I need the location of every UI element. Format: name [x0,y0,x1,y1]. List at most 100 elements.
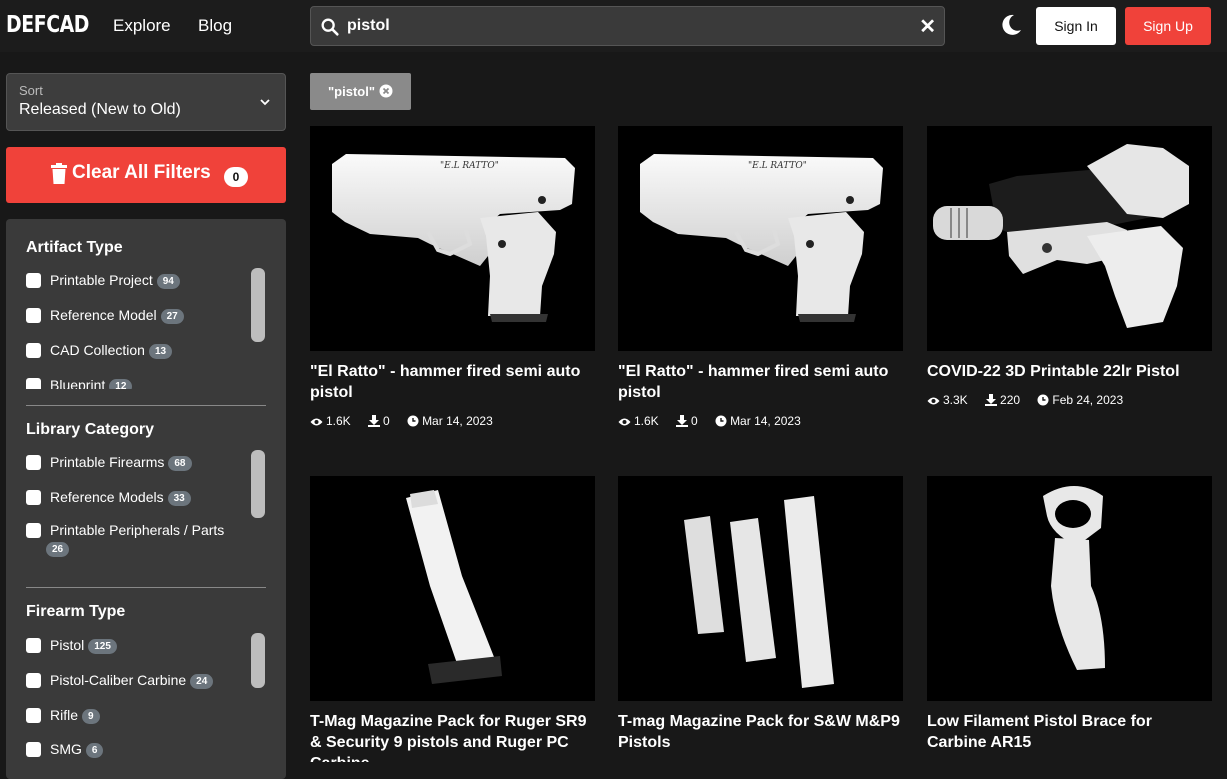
filter-reference-model[interactable]: Reference Model 27 [26,307,184,324]
views-count: 1.6K [326,414,351,428]
clear-search-icon[interactable]: ✕ [919,14,936,39]
pistol-image: "E.L RATTO" [332,154,575,322]
filter-label: Printable Project [50,272,153,288]
clear-all-filters-button[interactable]: Clear All Filters 0 [6,147,286,203]
count-badge: 26 [46,542,70,557]
pistol-image [933,144,1189,328]
views-count: 3.3K [943,393,968,407]
views-count: 1.6K [634,414,659,428]
count-badge: 94 [156,274,180,289]
active-filter-chip[interactable]: "pistol" [310,73,411,110]
card-meta: 1.6K 0 Mar 14, 2023 [618,414,815,428]
remove-chip-icon[interactable] [379,84,393,98]
search-input[interactable]: pistol [347,17,390,35]
eye-icon [927,397,940,405]
date-stat: Feb 24, 2023 [1037,393,1123,407]
artifact-scrollbar[interactable] [251,268,265,342]
result-card[interactable]: "E.L RATTO" "El Ratto" - hammer fired se… [618,126,903,436]
checkbox[interactable] [26,273,41,288]
download-icon [676,415,689,427]
engraving-text: "E.L RATTO" [440,161,499,171]
filter-printable-project[interactable]: Printable Project 94 [26,272,180,289]
checkbox[interactable] [26,638,41,653]
checkbox[interactable] [26,742,41,757]
filter-label: Pistol [50,637,85,653]
count-badge: 6 [85,743,104,758]
result-card[interactable]: COVID-22 3D Printable 22lr Pistol 3.3K 2… [927,126,1212,436]
card-title[interactable]: "El Ratto" - hammer fired semi auto pist… [310,361,595,403]
checkbox[interactable] [26,378,41,389]
card-title[interactable]: T-mag Magazine Pack for S&W M&P9 Pistols [618,711,903,753]
divider [26,587,266,588]
card-thumbnail[interactable] [927,126,1212,351]
downloads-stat: 220 [985,393,1020,407]
filter-printable-firearms[interactable]: Printable Firearms 68 [26,454,192,471]
card-thumbnail[interactable] [927,476,1212,701]
filter-label: Rifle [50,707,79,723]
card-thumbnail[interactable] [310,476,595,701]
checkbox[interactable] [26,308,41,323]
filter-smg[interactable]: SMG 6 [26,741,104,758]
result-card[interactable]: Low Filament Pistol Brace for Carbine AR… [927,476,1212,762]
filter-pistol-caliber-carbine[interactable]: Pistol-Caliber Carbine 24 [26,672,214,689]
filter-pistol[interactable]: Pistol 125 [26,637,117,654]
chip-label: "pistol" [328,84,375,99]
card-title[interactable]: COVID-22 3D Printable 22lr Pistol [927,361,1212,382]
date-text: Feb 24, 2023 [1052,393,1124,407]
downloads-stat: 0 [368,414,390,428]
artifact-type-heading: Artifact Type [26,239,123,256]
nav-explore-link[interactable]: Explore [113,16,171,36]
filter-label: Blueprint [50,377,106,389]
card-thumbnail[interactable]: "E.L RATTO" [618,126,903,351]
clock-icon [715,415,727,427]
checkbox[interactable] [26,455,41,470]
card-meta: 1.6K 0 Mar 14, 2023 [310,414,507,428]
checkbox[interactable] [26,673,41,688]
card-title[interactable]: T-Mag Magazine Pack for Ruger SR9 & Secu… [310,711,595,762]
filter-count-badge: 0 [224,167,248,187]
card-thumbnail[interactable] [618,476,903,701]
firearm-scrollbar[interactable] [251,633,265,688]
filter-printable-peripherals[interactable]: Printable Peripherals / Parts 26 [26,522,241,557]
filter-label: Reference Models [50,489,164,505]
library-scrollbar[interactable] [251,450,265,518]
checkbox[interactable] [26,343,41,358]
filter-reference-models[interactable]: Reference Models 33 [26,489,191,506]
nav-blog-link[interactable]: Blog [198,16,232,36]
checkbox[interactable] [26,523,41,538]
search-bar[interactable]: pistol ✕ [310,6,945,46]
top-navbar: DEFCAD Explore Blog pistol ✕ Sign In Sig… [0,0,1227,52]
filter-cad-collection[interactable]: CAD Collection 13 [26,342,173,359]
card-title[interactable]: "El Ratto" - hammer fired semi auto pist… [618,361,903,403]
result-card[interactable]: "E.L RATTO" "El Ratto" - hammer fired se… [310,126,595,436]
magazine-image [406,490,502,684]
download-icon [985,394,998,406]
downloads-count: 0 [691,414,698,428]
checkbox[interactable] [26,708,41,723]
result-card[interactable]: T-Mag Magazine Pack for Ruger SR9 & Secu… [310,476,595,762]
sort-select[interactable]: Sort Released (New to Old) [6,73,286,131]
checkbox[interactable] [26,490,41,505]
engraving-text: "E.L RATTO" [748,161,807,171]
divider [26,405,266,406]
download-icon [368,415,381,427]
result-card[interactable]: T-mag Magazine Pack for S&W M&P9 Pistols [618,476,903,762]
sign-in-button[interactable]: Sign In [1036,7,1116,45]
card-thumbnail[interactable]: "E.L RATTO" [310,126,595,351]
site-logo[interactable]: DEFCAD [6,12,89,38]
filter-rifle[interactable]: Rifle 9 [26,707,100,724]
downloads-count: 0 [383,414,390,428]
eye-icon [618,418,631,426]
count-badge: 9 [82,709,100,724]
dark-mode-moon-icon[interactable] [998,12,1024,38]
count-badge: 24 [190,674,214,689]
card-title[interactable]: Low Filament Pistol Brace for Carbine AR… [927,711,1212,753]
filter-label: CAD Collection [50,342,145,358]
count-badge: 12 [109,379,133,389]
filter-blueprint[interactable]: Blueprint 12 [26,377,133,389]
sort-label: Sort [19,83,43,98]
eye-icon [310,418,323,426]
sign-up-button[interactable]: Sign Up [1125,7,1211,45]
count-badge: 125 [88,639,117,654]
card-meta: 3.3K 220 Feb 24, 2023 [927,393,1137,407]
